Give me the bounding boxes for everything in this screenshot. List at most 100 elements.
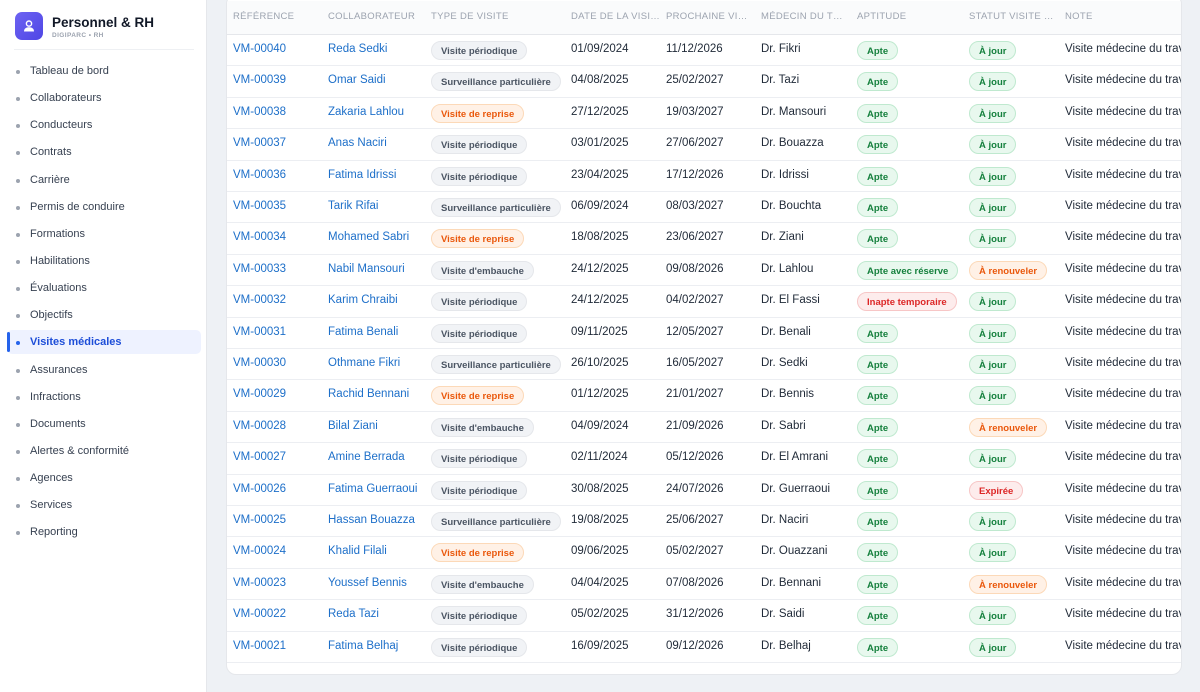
collaborator-link[interactable]: Reda Sedki [328, 43, 387, 55]
table-row[interactable]: VM-00030 Othmane Fikri Surveillance partic… [227, 349, 1181, 381]
reference-link[interactable]: VM-00028 [233, 420, 286, 432]
reference-link[interactable]: VM-00030 [233, 357, 286, 369]
column-header-visit-date[interactable]: Date de la visi… [571, 11, 661, 22]
sidebar-item-collaborateurs[interactable]: Collaborateurs [7, 86, 201, 110]
sidebar-item-reporting[interactable]: Reporting [7, 520, 201, 544]
doctor-name: Dr. Bennis [761, 388, 815, 401]
reference-link[interactable]: VM-00036 [233, 169, 286, 181]
reference-link[interactable]: VM-00027 [233, 451, 286, 463]
sidebar-item-services[interactable]: Services [7, 493, 201, 517]
sidebar-item-carriere[interactable]: Carrière [7, 168, 201, 192]
column-header-collaborator[interactable]: Collaborateur [328, 11, 424, 22]
collaborator-link[interactable]: Fatima Belhaj [328, 640, 398, 652]
sidebar-item-habilitations[interactable]: Habilitations [7, 249, 201, 273]
column-header-visit-type[interactable]: Type de visite [431, 11, 565, 22]
reference-link[interactable]: VM-00039 [233, 74, 286, 86]
doctor-name: Dr. El Fassi [761, 294, 820, 307]
table-row[interactable]: VM-00034 Mohamed Sabri Visite de reprise 18… [227, 223, 1181, 255]
collaborator-link[interactable]: Nabil Mansouri [328, 263, 405, 275]
table-row[interactable]: VM-00039 Omar Saidi Surveillance particuli… [227, 66, 1181, 98]
sidebar-item-formations[interactable]: Formations [7, 222, 201, 246]
reference-link[interactable]: VM-00040 [233, 43, 286, 55]
collaborator-link[interactable]: Youssef Bennis [328, 577, 407, 589]
aptitude-badge: Apte [857, 480, 899, 500]
sidebar-item-alertes-conformite[interactable]: Alertes & conformité [7, 439, 201, 463]
collaborator-link[interactable]: Anas Naciri [328, 137, 387, 149]
reference-link[interactable]: VM-00031 [233, 326, 286, 338]
sidebar-item-label: Infractions [30, 390, 81, 403]
reference-link[interactable]: VM-00023 [233, 577, 286, 589]
table-row[interactable]: VM-00038 Zakaria Lahlou Visite de reprise 2… [227, 98, 1181, 130]
table-row[interactable]: VM-00027 Amine Berrada Visite périodique 02… [227, 443, 1181, 475]
doctor-name: Dr. Fikri [761, 43, 801, 55]
reference-link[interactable]: VM-00037 [233, 137, 286, 149]
table-row[interactable]: VM-00023 Youssef Bennis Visite d'embauche 0… [227, 568, 1181, 601]
doctor-name: Dr. Bennani [761, 576, 822, 589]
table-row[interactable]: VM-00035 Tarik Rifai Surveillance particul… [227, 192, 1181, 224]
table-row[interactable]: VM-00025 Hassan Bouazza Surveillance parti… [227, 506, 1181, 538]
reference-link[interactable]: VM-00035 [233, 200, 286, 212]
collaborator-link[interactable]: Othmane Fikri [328, 357, 400, 369]
next-visit-date: 17/12/2026 [666, 168, 724, 181]
table-row[interactable]: VM-00021 Fatima Belhaj Visite périodique 16… [227, 631, 1181, 663]
reference-link[interactable]: VM-00038 [233, 106, 286, 118]
column-header-reference[interactable]: Référence [233, 11, 323, 22]
collaborator-link[interactable]: Fatima Guerraoui [328, 483, 417, 495]
sidebar-item-documents[interactable]: Documents [7, 412, 201, 436]
collaborator-link[interactable]: Fatima Benali [328, 326, 398, 338]
collaborator-link[interactable]: Fatima Idrissi [328, 169, 396, 181]
sidebar-item-conducteurs[interactable]: Conducteurs [7, 113, 201, 137]
table-row[interactable]: VM-00031 Fatima Benali Visite périodique 09… [227, 317, 1181, 349]
reference-link[interactable]: VM-00025 [233, 514, 286, 526]
table-row[interactable]: VM-00036 Fatima Idrissi Visite périodique 2… [227, 161, 1181, 192]
sidebar-item-label: Agences [30, 472, 73, 485]
collaborator-link[interactable]: Amine Berrada [328, 451, 405, 463]
collaborator-link[interactable]: Hassan Bouazza [328, 514, 415, 526]
reference-link[interactable]: VM-00021 [233, 640, 286, 652]
collaborator-link[interactable]: Rachid Bennani [328, 388, 409, 400]
collaborator-link[interactable]: Mohamed Sabri [328, 231, 409, 243]
sidebar-item-evaluations[interactable]: Évaluations [7, 276, 201, 300]
table-row[interactable]: VM-00040 Reda Sedki Visite périodique 01/09… [227, 35, 1181, 67]
reference-link[interactable]: VM-00029 [233, 388, 286, 400]
reference-link[interactable]: VM-00034 [233, 231, 286, 243]
column-header-next-visit[interactable]: Prochaine vi… [666, 11, 756, 22]
collaborator-link[interactable]: Reda Tazi [328, 608, 379, 620]
table-row[interactable]: VM-00032 Karim Chraibi Visite périodique 24… [227, 286, 1181, 318]
sidebar-item-contrats[interactable]: Contrats [7, 140, 201, 164]
next-visit-date: 24/07/2026 [666, 482, 724, 495]
collaborator-link[interactable]: Tarik Rifai [328, 200, 378, 212]
reference-link[interactable]: VM-00024 [233, 545, 286, 557]
table-row[interactable]: VM-00029 Rachid Bennani Visite de reprise 0… [227, 380, 1181, 412]
collaborator-link[interactable]: Zakaria Lahlou [328, 106, 404, 118]
sidebar-item-visites-medicales[interactable]: Visites médicales [7, 330, 201, 355]
column-header-note[interactable]: Note [1065, 11, 1175, 22]
table-row[interactable]: VM-00026 Fatima Guerraoui Visite périodiqu… [227, 475, 1181, 506]
reference-link[interactable]: VM-00032 [233, 294, 286, 306]
column-header-doctor[interactable]: Médecin du t… [761, 11, 851, 22]
collaborator-link[interactable]: Khalid Filali [328, 545, 387, 557]
status-badge: À jour [969, 449, 1017, 469]
sidebar-item-agences[interactable]: Agences [7, 466, 201, 490]
table-row[interactable]: VM-00037 Anas Naciri Visite périodique 03/0… [227, 129, 1181, 161]
column-header-visit-status[interactable]: Statut visite … [969, 11, 1059, 22]
table-row[interactable]: VM-00028 Bilal Ziani Visite d'embauche 04/0… [227, 412, 1181, 444]
sidebar-item-objectifs[interactable]: Objectifs [7, 303, 201, 327]
sidebar-item-infractions[interactable]: Infractions [7, 385, 201, 409]
reference-link[interactable]: VM-00026 [233, 483, 286, 495]
doctor-name: Dr. Guerraoui [761, 482, 831, 495]
sidebar-item-assurances[interactable]: Assurances [7, 358, 201, 382]
table-header: Référence Collaborateur Type de visite Date… [227, 1, 1181, 35]
sidebar-item-permis-de-conduire[interactable]: Permis de conduire [7, 195, 201, 219]
collaborator-link[interactable]: Karim Chraibi [328, 294, 398, 306]
reference-link[interactable]: VM-00033 [233, 263, 286, 275]
collaborator-link[interactable]: Omar Saidi [328, 74, 386, 86]
column-header-aptitude[interactable]: Aptitude [857, 11, 963, 22]
table-row[interactable]: VM-00022 Reda Tazi Visite périodique 05/02/… [227, 600, 1181, 632]
visit-date: 02/11/2024 [571, 451, 628, 464]
table-row[interactable]: VM-00024 Khalid Filali Visite de reprise 09… [227, 537, 1181, 569]
collaborator-link[interactable]: Bilal Ziani [328, 420, 378, 432]
table-row[interactable]: VM-00033 Nabil Mansouri Visite d'embauche 2… [227, 254, 1181, 287]
sidebar-item-tableau-de-bord[interactable]: Tableau de bord [7, 59, 201, 83]
reference-link[interactable]: VM-00022 [233, 608, 286, 620]
